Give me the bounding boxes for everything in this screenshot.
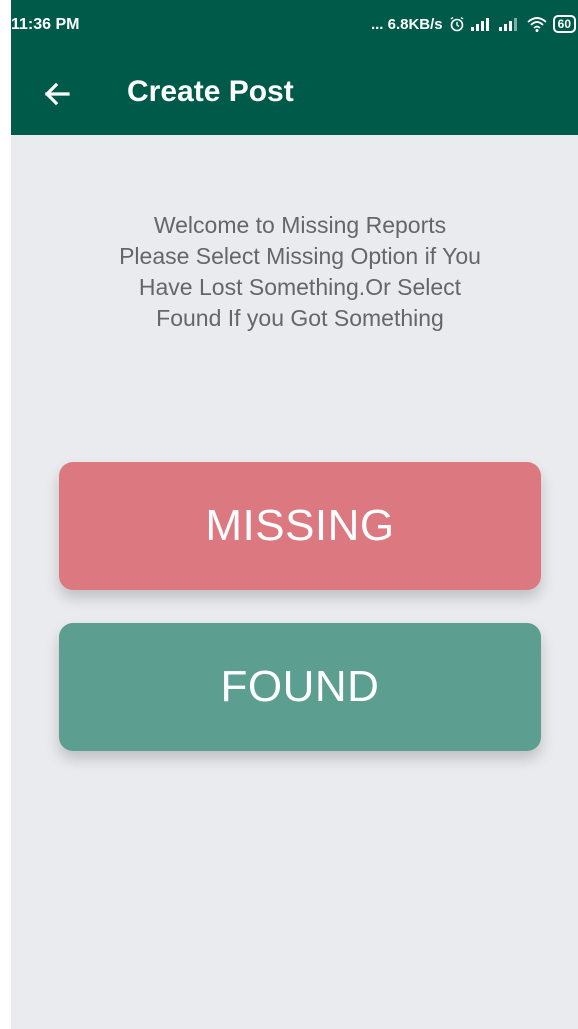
wifi-icon xyxy=(527,16,547,32)
app-bar: Create Post xyxy=(11,55,578,135)
welcome-line: Have Lost Something.Or Select xyxy=(138,274,462,300)
arrow-left-icon[interactable] xyxy=(40,77,74,111)
welcome-line: Welcome to Missing Reports xyxy=(153,212,447,238)
alarm-icon xyxy=(449,16,465,32)
battery-icon: 60 xyxy=(552,15,576,33)
welcome-line: Found If you Got Something xyxy=(156,305,444,331)
status-icons: ... 6.8KB/s 60 xyxy=(371,15,576,33)
welcome-line: Please Select Missing Option if You xyxy=(119,243,481,269)
found-button[interactable]: FOUND xyxy=(59,623,541,751)
status-time: 11:36 PM xyxy=(11,16,80,33)
welcome-message: Welcome to Missing Reports Please Select… xyxy=(71,210,529,334)
status-bar: 11:36 PM ... 6.8KB/s 60 xyxy=(11,0,578,55)
signal-icon xyxy=(498,17,521,31)
signal-icon xyxy=(470,17,493,31)
network-speed: ... 6.8KB/s xyxy=(370,15,443,33)
missing-button[interactable]: MISSING xyxy=(59,462,541,590)
screen: 11:36 PM ... 6.8KB/s 60 Create Post Welc… xyxy=(11,0,578,1029)
page-title: Create Post xyxy=(127,75,294,108)
